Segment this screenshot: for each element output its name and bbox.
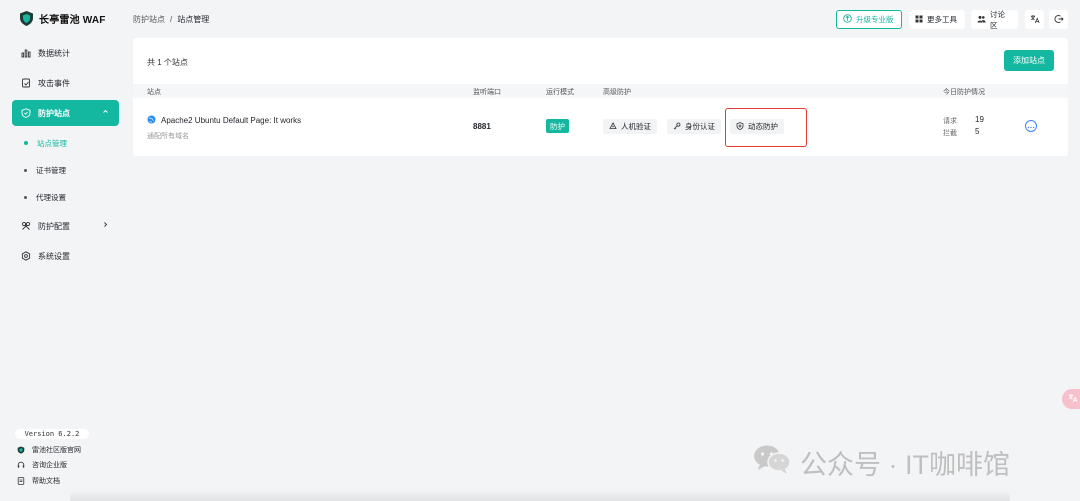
bar-chart-icon [20,48,31,59]
upgrade-pro-button[interactable]: 升级专业版 [836,10,902,29]
sidebar: 长亭雷池 WAF 数据统计 攻击事件 防护站点 站点管理 证书管理 代理设置 防… [0,0,124,501]
logout-icon [1053,14,1064,26]
tag-label: 人机验证 [621,122,651,131]
tag-auth[interactable]: 身份认证 [667,119,721,134]
translate-icon [1030,14,1040,26]
tools-icon [20,221,31,232]
headset-icon [17,461,25,469]
tag-captcha[interactable]: 人机验证 [603,119,657,134]
more-actions-button[interactable] [1025,120,1037,132]
table-header: 站点 监听端口 运行模式 高级防护 今日防护情况 [133,84,1068,98]
breadcrumb-parent[interactable]: 防护站点 [133,14,165,25]
requests-label: 请求 [943,118,957,125]
logout-button[interactable] [1049,10,1068,29]
app-logo[interactable]: 长亭雷池 WAF [19,10,106,26]
watermark: 公众号 · IT咖啡馆 [752,443,1010,482]
wechat-icon [752,443,792,482]
sidebar-subitem-label: 代理设置 [36,192,66,202]
logo-shield-icon [19,10,33,26]
key-icon [673,122,681,132]
sidebar-subitem-label: 证书管理 [36,165,66,175]
column-header-today: 今日防护情况 [943,89,985,96]
sidebar-item-label: 防护配置 [38,221,70,231]
highlight-annotation [725,108,807,147]
app-title: 长亭雷池 WAF [39,14,106,26]
requests-value: 19 [975,115,984,124]
more-tools-button[interactable]: 更多工具 [909,10,965,29]
mode-badge[interactable]: 防护 [546,119,569,133]
forum-button[interactable]: 讨论区 [971,9,1018,30]
sidebar-item-label: 攻击事件 [38,78,70,88]
breadcrumb-current: 站点管理 [177,15,210,24]
breadcrumb-separator: / [170,15,173,24]
sidebar-item-sites[interactable]: 防护站点 [12,100,119,126]
globe-icon [147,115,156,126]
sidebar-item-attacks[interactable]: 攻击事件 [12,70,119,96]
column-header-mode: 运行模式 [546,89,574,96]
sidebar-subitem-site-management[interactable]: 站点管理 [24,135,67,151]
bullet-dot [24,168,27,172]
chevron-up-icon [102,108,109,117]
sidebar-item-system-settings[interactable]: 系统设置 [12,243,119,269]
chevron-right-icon [102,221,109,230]
grid-icon [915,15,923,25]
footer-link-enterprise[interactable]: 咨询企业版 [17,459,67,471]
language-button[interactable] [1025,10,1044,29]
footer-link-label: 帮助文档 [32,478,60,485]
robot-icon [609,121,617,132]
footer-link-community[interactable]: 雷池社区版官网 [17,444,81,456]
sidebar-subitem-proxy[interactable]: 代理设置 [24,189,66,205]
doc-icon [17,477,25,485]
site-count: 共 1 个站点 [147,58,188,67]
bullet-dot [24,195,27,199]
site-title-link[interactable]: Apache2 Ubuntu Default Page: It works [147,115,301,126]
footer-link-docs[interactable]: 帮助文档 [17,475,60,487]
forum-label: 讨论区 [990,9,1005,30]
watermark-text: 公众号 · IT咖啡馆 [800,450,1010,480]
blocked-value: 5 [975,127,980,136]
shield-small-icon [17,446,25,454]
bullet-dot [24,141,28,145]
column-header-port: 监听端口 [473,89,501,96]
column-header-site: 站点 [147,89,161,96]
blocked-label: 拦截 [943,130,957,137]
document-check-icon [20,78,31,89]
upgrade-pro-label: 升级专业版 [856,15,894,24]
footer-link-label: 雷池社区版官网 [32,447,81,454]
column-header-advanced: 高级防护 [603,89,631,96]
ellipsis-icon [1027,122,1035,131]
users-icon [977,15,986,25]
sidebar-item-protection-config[interactable]: 防护配置 [12,213,119,239]
breadcrumb: 防护站点 / 站点管理 [133,14,209,25]
footer-link-label: 咨询企业版 [32,462,67,469]
shield-icon [20,108,31,119]
table-row[interactable]: Apache2 Ubuntu Default Page: It works 通配… [133,98,1068,156]
site-title: Apache2 Ubuntu Default Page: It works [161,116,302,125]
sidebar-item-stats[interactable]: 数据统计 [12,40,119,66]
bottom-window-edge [70,490,1010,501]
more-tools-label: 更多工具 [927,15,957,24]
sidebar-item-label: 数据统计 [38,48,70,58]
sidebar-item-label: 防护站点 [38,108,70,118]
add-site-button[interactable]: 添加站点 [1004,50,1054,71]
sidebar-item-label: 系统设置 [38,251,70,261]
tag-label: 身份认证 [685,122,715,131]
gear-icon [20,251,31,262]
upgrade-icon [843,14,852,25]
sidebar-subitem-label: 站点管理 [37,138,67,148]
site-domain: 通配所有域名 [147,133,189,140]
version-badge: Version 6.2.2 [15,429,89,439]
sites-card: 共 1 个站点 添加站点 站点 监听端口 运行模式 高级防护 今日防护情况 Ap… [133,38,1068,156]
sidebar-subitem-certificates[interactable]: 证书管理 [24,162,66,178]
listen-port: 8881 [473,122,491,131]
translate-float-icon [1068,393,1078,405]
floating-translate-button[interactable] [1062,389,1080,409]
